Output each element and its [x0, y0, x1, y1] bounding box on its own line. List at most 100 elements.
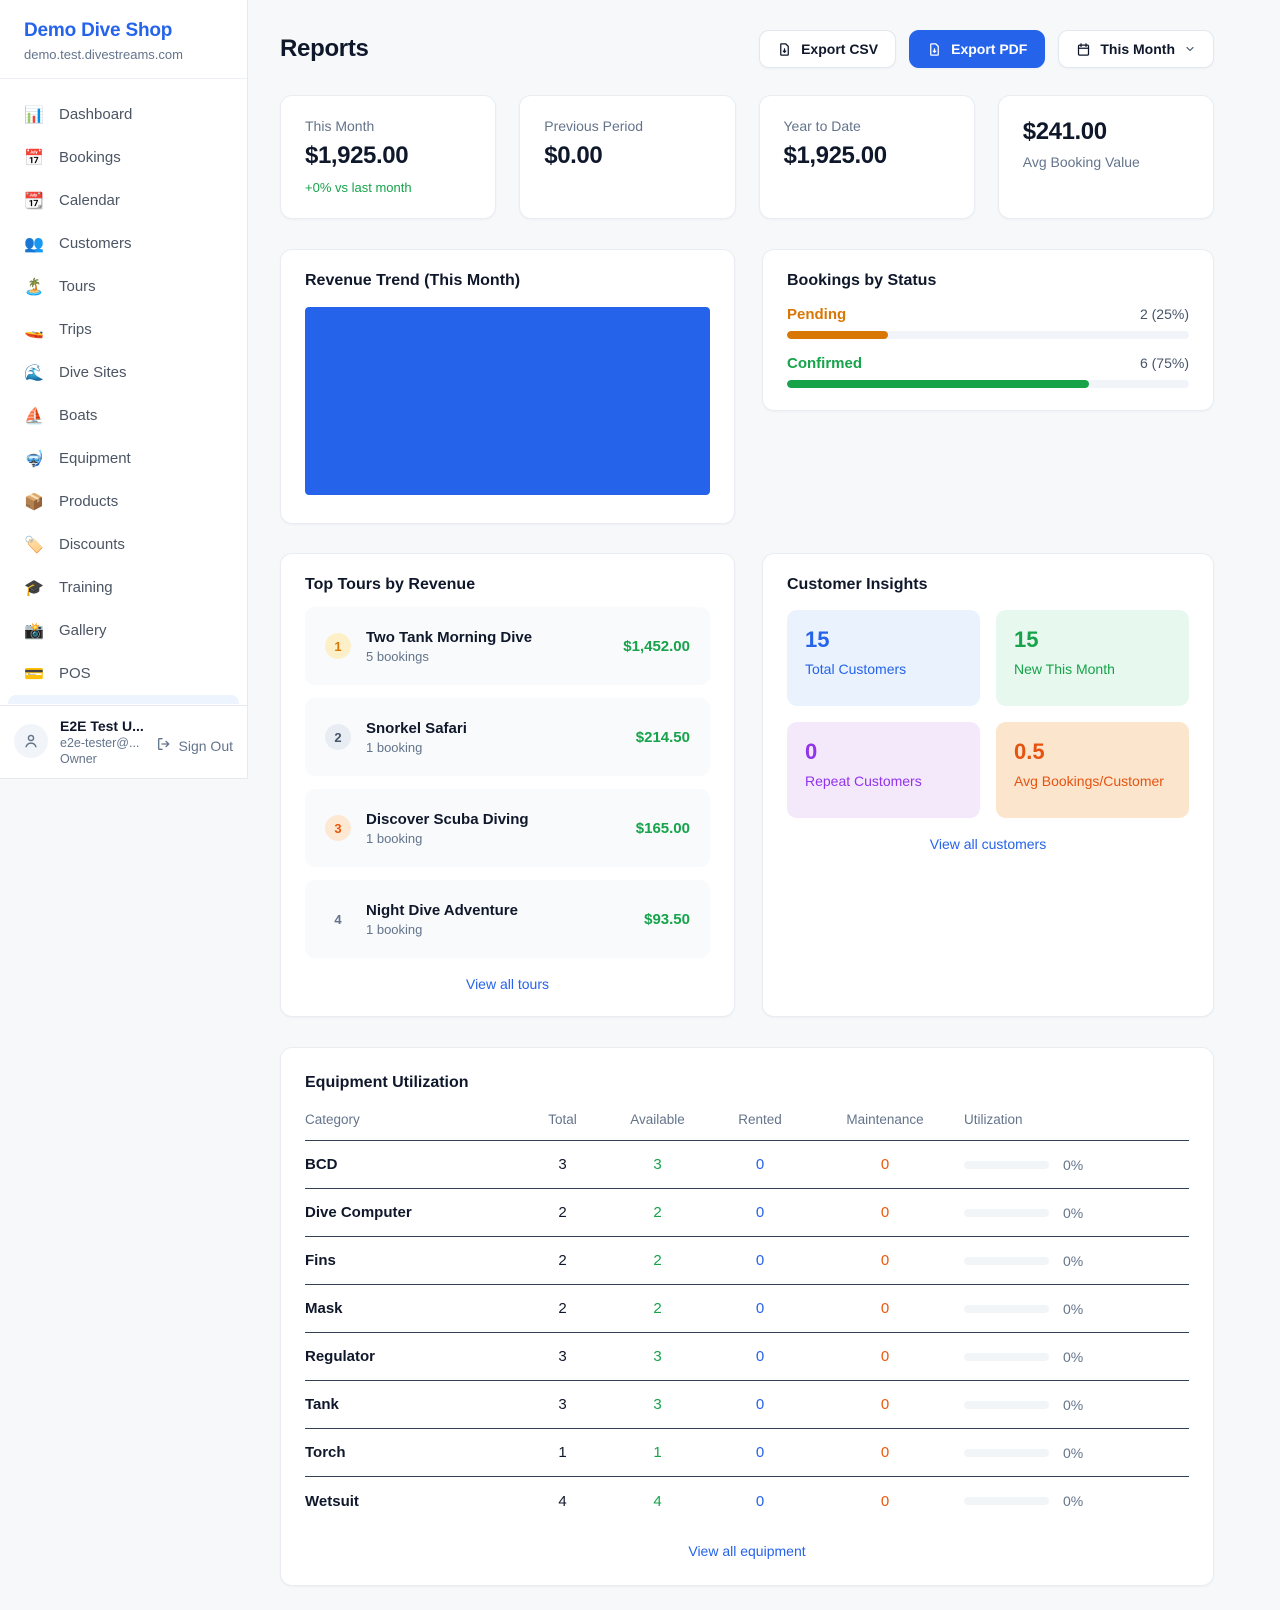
user-info: E2E Test U... e2e-tester@... Owner	[60, 718, 144, 766]
insight-tile-total-customers: 15 Total Customers	[787, 610, 980, 706]
equipment-maintenance: 0	[810, 1156, 960, 1173]
table-row: Fins 2 2 0 0 0%	[305, 1237, 1189, 1285]
pos-icon: 💳	[24, 664, 44, 684]
stat-value: $0.00	[544, 142, 710, 170]
equipment-total: 2	[520, 1300, 605, 1317]
sidebar-item-customers[interactable]: 👥 Customers	[8, 222, 239, 265]
sidebar-item-calendar[interactable]: 📆 Calendar	[8, 179, 239, 222]
equipment-rented: 0	[710, 1444, 810, 1461]
utilization-bar	[964, 1353, 1049, 1361]
stat-card-avg-booking-value: $241.00 Avg Booking Value	[998, 95, 1214, 219]
boats-icon: ⛵	[24, 406, 44, 426]
sign-out-button[interactable]: Sign Out	[156, 736, 233, 755]
equipment-category: Tank	[305, 1396, 520, 1413]
sidebar-item-label: Trips	[59, 321, 92, 338]
equipment-category: Regulator	[305, 1348, 520, 1365]
sidebar-item-label: Dashboard	[59, 106, 132, 123]
shop-name-link[interactable]: Demo Dive Shop	[24, 20, 223, 42]
dive-sites-icon: 🌊	[24, 363, 44, 383]
equipment-category: BCD	[305, 1156, 520, 1173]
sidebar-item-equipment[interactable]: 🤿 Equipment	[8, 437, 239, 480]
utilization-percent: 0%	[1063, 1493, 1083, 1509]
stats-row: This Month $1,925.00 +0% vs last month P…	[280, 95, 1214, 219]
equipment-maintenance: 0	[810, 1252, 960, 1269]
chevron-down-icon	[1184, 43, 1196, 55]
sidebar-item-trips[interactable]: 🚤 Trips	[8, 308, 239, 351]
customer-insights-title: Customer Insights	[787, 576, 1189, 594]
sidebar-item-gallery[interactable]: 📸 Gallery	[8, 609, 239, 652]
equipment-category: Fins	[305, 1252, 520, 1269]
trips-icon: 🚤	[24, 320, 44, 340]
tour-row: 3 Discover Scuba Diving 1 booking $165.0…	[305, 789, 710, 867]
export-pdf-button[interactable]: Export PDF	[909, 30, 1045, 68]
equipment-total: 2	[520, 1204, 605, 1221]
equipment-maintenance: 0	[810, 1204, 960, 1221]
bookings-by-status-title: Bookings by Status	[787, 272, 1189, 290]
equipment-total: 2	[520, 1252, 605, 1269]
equipment-total: 3	[520, 1396, 605, 1413]
sidebar-item-pos[interactable]: 💳 POS	[8, 652, 239, 695]
equipment-rented: 0	[710, 1300, 810, 1317]
equipment-rented: 0	[710, 1396, 810, 1413]
table-row: Torch 1 1 0 0 0%	[305, 1429, 1189, 1477]
view-all-equipment-link[interactable]: View all equipment	[688, 1543, 805, 1559]
equipment-category: Torch	[305, 1444, 520, 1461]
bookings-icon: 📅	[24, 148, 44, 168]
insight-value: 0	[805, 739, 962, 765]
customers-icon: 👥	[24, 234, 44, 254]
file-download-icon	[777, 42, 792, 57]
user-name: E2E Test U...	[60, 718, 144, 734]
header-actions: Export CSV Export PDF	[759, 30, 1214, 68]
table-row: Wetsuit 4 4 0 0 0%	[305, 1477, 1189, 1525]
stat-label: This Month	[305, 118, 471, 134]
revenue-trend-chart	[305, 307, 710, 495]
column-header-rented: Rented	[710, 1112, 810, 1127]
stat-value: $1,925.00	[305, 142, 471, 170]
status-bar-fill	[787, 331, 888, 339]
view-all-tours-link[interactable]: View all tours	[466, 976, 549, 992]
tour-bookings: 1 booking	[366, 922, 629, 937]
status-count: 2 (25%)	[1140, 306, 1189, 322]
rank-badge: 3	[325, 815, 351, 841]
column-header-available: Available	[605, 1112, 710, 1127]
sidebar-item-training[interactable]: 🎓 Training	[8, 566, 239, 609]
sidebar-item-bookings[interactable]: 📅 Bookings	[8, 136, 239, 179]
insight-tile-repeat-customers: 0 Repeat Customers	[787, 722, 980, 818]
period-dropdown[interactable]: This Month	[1058, 30, 1214, 68]
insight-value: 0.5	[1014, 739, 1171, 765]
sidebar-item-dashboard[interactable]: 📊 Dashboard	[8, 93, 239, 136]
sidebar-item-discounts[interactable]: 🏷️ Discounts	[8, 523, 239, 566]
insight-label: New This Month	[1014, 661, 1171, 677]
insight-label: Avg Bookings/Customer	[1014, 773, 1171, 789]
view-all-customers-link[interactable]: View all customers	[930, 836, 1046, 852]
tour-name: Night Dive Adventure	[366, 902, 629, 919]
equipment-available: 3	[605, 1156, 710, 1173]
sidebar-item-tours[interactable]: 🏝️ Tours	[8, 265, 239, 308]
revenue-trend-title: Revenue Trend (This Month)	[305, 272, 710, 290]
equipment-total: 3	[520, 1156, 605, 1173]
sidebar-item-reports-active-partial[interactable]	[8, 695, 239, 704]
stat-card-this-month: This Month $1,925.00 +0% vs last month	[280, 95, 496, 219]
sidebar-item-products[interactable]: 📦 Products	[8, 480, 239, 523]
tour-amount: $165.00	[636, 820, 690, 837]
table-row: Tank 3 3 0 0 0%	[305, 1381, 1189, 1429]
export-csv-button[interactable]: Export CSV	[759, 30, 896, 68]
sidebar-item-label: Calendar	[59, 192, 120, 209]
equipment-category: Mask	[305, 1300, 520, 1317]
utilization-bar	[964, 1161, 1049, 1169]
tour-bookings: 5 bookings	[366, 649, 608, 664]
sidebar-item-label: Gallery	[59, 622, 107, 639]
table-row: BCD 3 3 0 0 0%	[305, 1141, 1189, 1189]
sidebar-item-dive-sites[interactable]: 🌊 Dive Sites	[8, 351, 239, 394]
equipment-category: Dive Computer	[305, 1204, 520, 1221]
stat-label: Previous Period	[544, 118, 710, 134]
calendar-icon	[1076, 42, 1091, 57]
stat-delta: +0% vs last month	[305, 180, 471, 195]
utilization-bar	[964, 1449, 1049, 1457]
utilization-percent: 0%	[1063, 1445, 1083, 1461]
reports-page: Demo Dive Shop demo.test.divestreams.com…	[0, 0, 1280, 1610]
sidebar-item-boats[interactable]: ⛵ Boats	[8, 394, 239, 437]
tour-row: 1 Two Tank Morning Dive 5 bookings $1,45…	[305, 607, 710, 685]
stat-value: $1,925.00	[784, 142, 950, 170]
column-header-maintenance: Maintenance	[810, 1112, 960, 1127]
